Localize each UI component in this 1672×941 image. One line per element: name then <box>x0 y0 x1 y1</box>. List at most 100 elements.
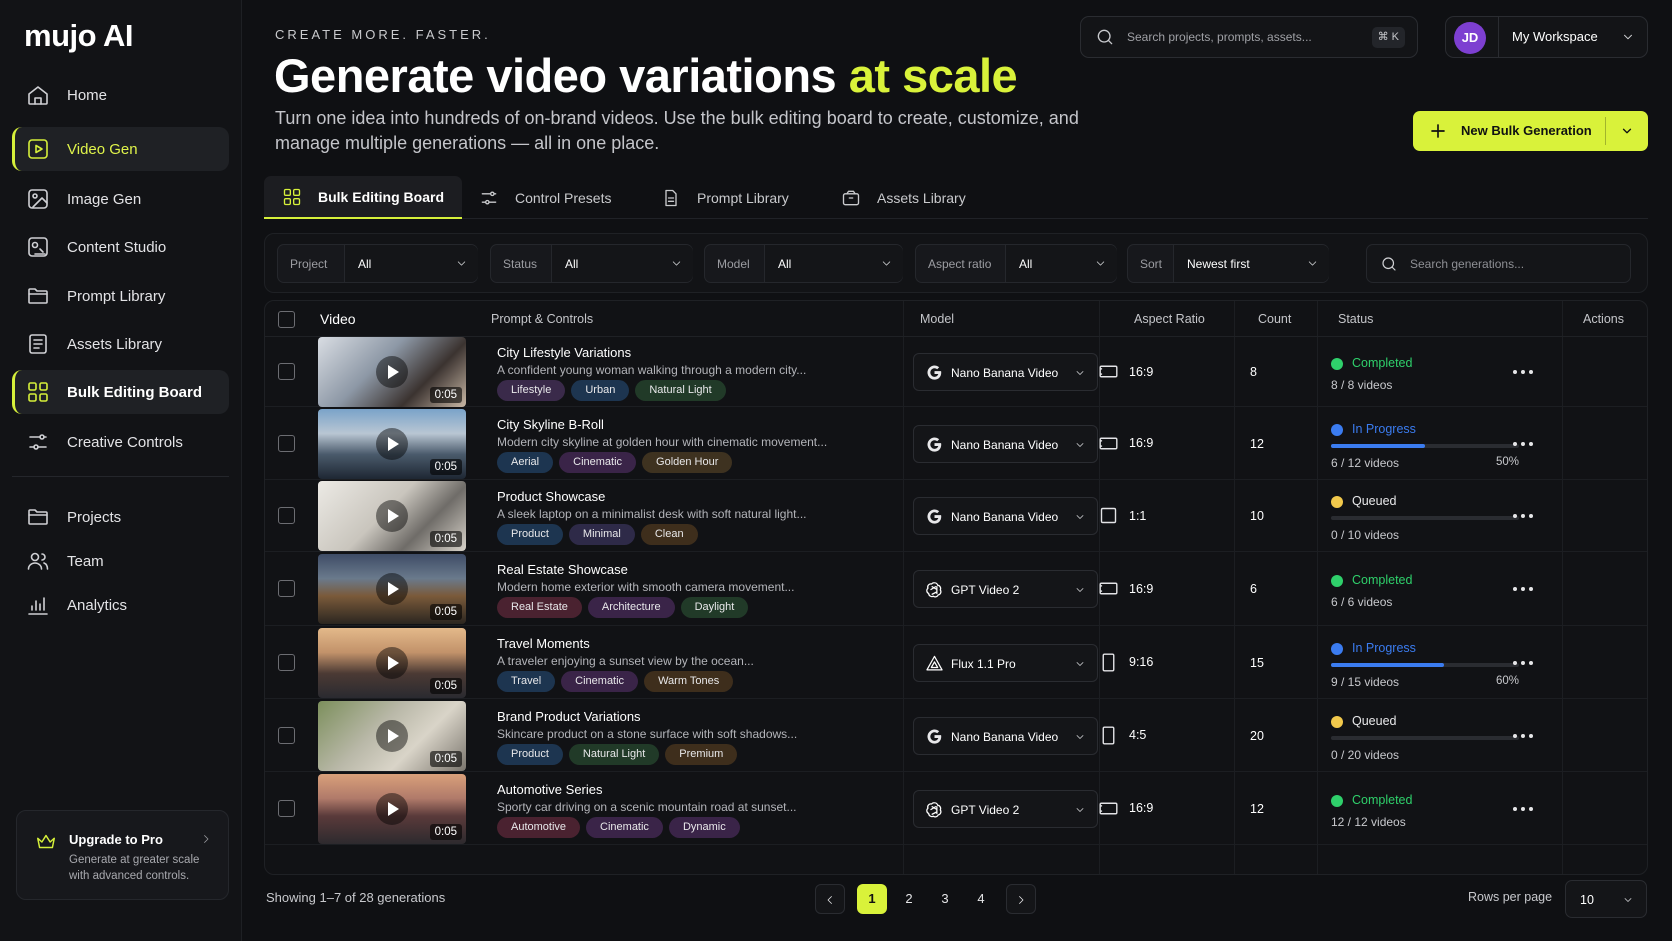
tab-prompt-library[interactable]: Prompt Library <box>661 176 789 219</box>
play-icon[interactable] <box>376 427 408 460</box>
play-icon[interactable] <box>376 573 408 605</box>
model-select[interactable]: Nano Banana Video <box>913 353 1098 391</box>
filter-status-select[interactable]: All <box>551 245 693 282</box>
tag-chip[interactable]: Golden Hour <box>642 451 733 473</box>
generation-title[interactable]: City Skyline B-Roll <box>497 417 604 432</box>
filter-project[interactable]: Project All <box>277 244 478 283</box>
global-search-input[interactable]: Search projects, prompts, assets... ⌘ K <box>1080 16 1418 58</box>
sidebar-item-prompt-library[interactable]: Prompt Library <box>12 274 229 318</box>
page-2-button[interactable]: 2 <box>894 884 924 914</box>
table-row[interactable]: 0:05 Real Estate Showcase Modern home ex… <box>265 552 1647 626</box>
filter-sort-select[interactable]: Newest first <box>1173 245 1329 282</box>
tag-chip[interactable]: Dynamic <box>668 816 740 838</box>
filter-aspect-ratio-select[interactable]: All <box>1005 245 1117 282</box>
video-thumbnail[interactable]: 0:05 <box>318 337 466 407</box>
sidebar-item-creative-controls[interactable]: Creative Controls <box>12 420 229 464</box>
tag-chip[interactable]: Cinematic <box>586 816 663 838</box>
model-select[interactable]: Nano Banana Video <box>913 424 1098 463</box>
model-select[interactable]: Nano Banana Video <box>913 497 1098 535</box>
tag-chip[interactable]: Real Estate <box>497 597 582 618</box>
table-row[interactable]: 0:05 City Lifestyle Variations A confide… <box>265 337 1647 407</box>
column-header-count[interactable]: Count <box>1258 312 1291 326</box>
upgrade-card[interactable]: Upgrade to Pro Generate at greater scale… <box>16 810 229 900</box>
more-actions-icon[interactable] <box>1513 660 1535 667</box>
column-header-aspect-ratio[interactable]: Aspect Ratio <box>1134 312 1205 326</box>
workspace-switcher[interactable]: JD My Workspace <box>1445 16 1648 58</box>
row-checkbox[interactable] <box>278 507 295 524</box>
column-header-status[interactable]: Status <box>1338 312 1373 326</box>
tag-chip[interactable]: Cinematic <box>559 451 637 473</box>
tag-chip[interactable]: Lifestyle <box>497 380 566 401</box>
tag-chip[interactable]: Product <box>497 743 563 765</box>
video-thumbnail[interactable]: 0:05 <box>318 408 466 479</box>
sidebar-item-assets-library[interactable]: Assets Library <box>12 322 229 366</box>
row-checkbox[interactable] <box>278 580 295 597</box>
video-thumbnail[interactable]: 0:05 <box>318 700 466 771</box>
new-bulk-generation-button[interactable]: New Bulk Generation <box>1413 111 1648 151</box>
play-icon[interactable] <box>376 500 408 532</box>
tag-chip[interactable]: Natural Light <box>635 380 726 401</box>
play-icon[interactable] <box>376 356 408 388</box>
sidebar-item-team[interactable]: Team <box>12 539 229 583</box>
generation-title[interactable]: Brand Product Variations <box>497 709 641 724</box>
generation-title[interactable]: Product Showcase <box>497 489 605 504</box>
more-actions-icon[interactable] <box>1513 514 1535 520</box>
row-checkbox[interactable] <box>278 799 295 817</box>
generations-search-input[interactable]: Search generations... <box>1366 244 1631 283</box>
prev-page-button[interactable] <box>815 884 845 914</box>
more-actions-icon[interactable] <box>1513 441 1535 448</box>
rows-per-page-select[interactable]: 10 <box>1565 880 1647 918</box>
filter-sort[interactable]: Sort Newest first <box>1127 244 1329 283</box>
sidebar-item-home[interactable]: Home <box>12 73 229 117</box>
tab-control-presets[interactable]: Control Presets <box>479 176 611 219</box>
filter-model-select[interactable]: All <box>764 245 903 282</box>
row-checkbox[interactable] <box>278 726 295 744</box>
sidebar-item-projects[interactable]: Projects <box>12 495 229 539</box>
tag-chip[interactable]: Premium <box>665 743 738 765</box>
tag-chip[interactable]: Urban <box>571 380 630 401</box>
table-row[interactable]: 0:05 City Skyline B-Roll Modern city sky… <box>265 407 1647 480</box>
model-select[interactable]: GPT Video 2 <box>913 789 1098 828</box>
generation-title[interactable]: Automotive Series <box>497 782 603 797</box>
tag-chip[interactable]: Minimal <box>568 524 635 545</box>
model-select[interactable]: Nano Banana Video <box>913 716 1098 755</box>
row-checkbox[interactable] <box>278 434 295 452</box>
filter-status[interactable]: Status All <box>490 244 693 283</box>
tab-bulk-editing-board[interactable]: Bulk Editing Board <box>264 176 462 219</box>
tag-chip[interactable]: Daylight <box>680 597 749 618</box>
page-4-button[interactable]: 4 <box>966 884 996 914</box>
row-checkbox[interactable] <box>278 363 295 380</box>
sidebar-item-video-gen[interactable]: Video Gen <box>12 127 229 171</box>
page-3-button[interactable]: 3 <box>930 884 960 914</box>
more-actions-icon[interactable] <box>1513 587 1535 593</box>
page-1-button[interactable]: 1 <box>857 884 887 914</box>
generation-title[interactable]: Travel Moments <box>497 636 590 651</box>
model-select[interactable]: Flux 1.1 Pro <box>913 643 1098 682</box>
app-logo[interactable]: mujo AI <box>24 18 134 54</box>
filter-model[interactable]: Model All <box>704 244 903 283</box>
row-checkbox[interactable] <box>278 653 295 671</box>
table-row[interactable]: 0:05 Product Showcase A sleek laptop on … <box>265 480 1647 552</box>
tag-chip[interactable]: Architecture <box>587 597 675 618</box>
sidebar-item-image-gen[interactable]: Image Gen <box>12 177 229 221</box>
sidebar-item-bulk-editing-board[interactable]: Bulk Editing Board <box>12 370 229 414</box>
avatar[interactable]: JD <box>1454 22 1486 54</box>
video-thumbnail[interactable]: 0:05 <box>318 481 466 551</box>
column-header-video[interactable]: Video <box>320 311 356 327</box>
play-icon[interactable] <box>376 792 408 825</box>
tag-chip[interactable]: Natural Light <box>568 743 660 765</box>
more-actions-icon[interactable] <box>1513 733 1535 740</box>
more-actions-icon[interactable] <box>1513 370 1535 376</box>
column-header-prompt[interactable]: Prompt & Controls <box>491 312 593 326</box>
play-icon[interactable] <box>376 719 408 752</box>
video-thumbnail[interactable]: 0:05 <box>318 554 466 624</box>
sidebar-item-content-studio[interactable]: Content Studio <box>12 225 229 269</box>
filter-project-select[interactable]: All <box>344 245 478 282</box>
tag-chip[interactable]: Aerial <box>497 451 554 473</box>
table-row[interactable]: 0:05 Brand Product Variations Skincare p… <box>265 699 1647 772</box>
generation-title[interactable]: City Lifestyle Variations <box>497 345 631 360</box>
tag-chip[interactable]: Travel <box>497 670 556 692</box>
chevron-down-icon[interactable] <box>1620 124 1634 138</box>
next-page-button[interactable] <box>1006 884 1036 914</box>
video-thumbnail[interactable]: 0:05 <box>318 773 466 844</box>
